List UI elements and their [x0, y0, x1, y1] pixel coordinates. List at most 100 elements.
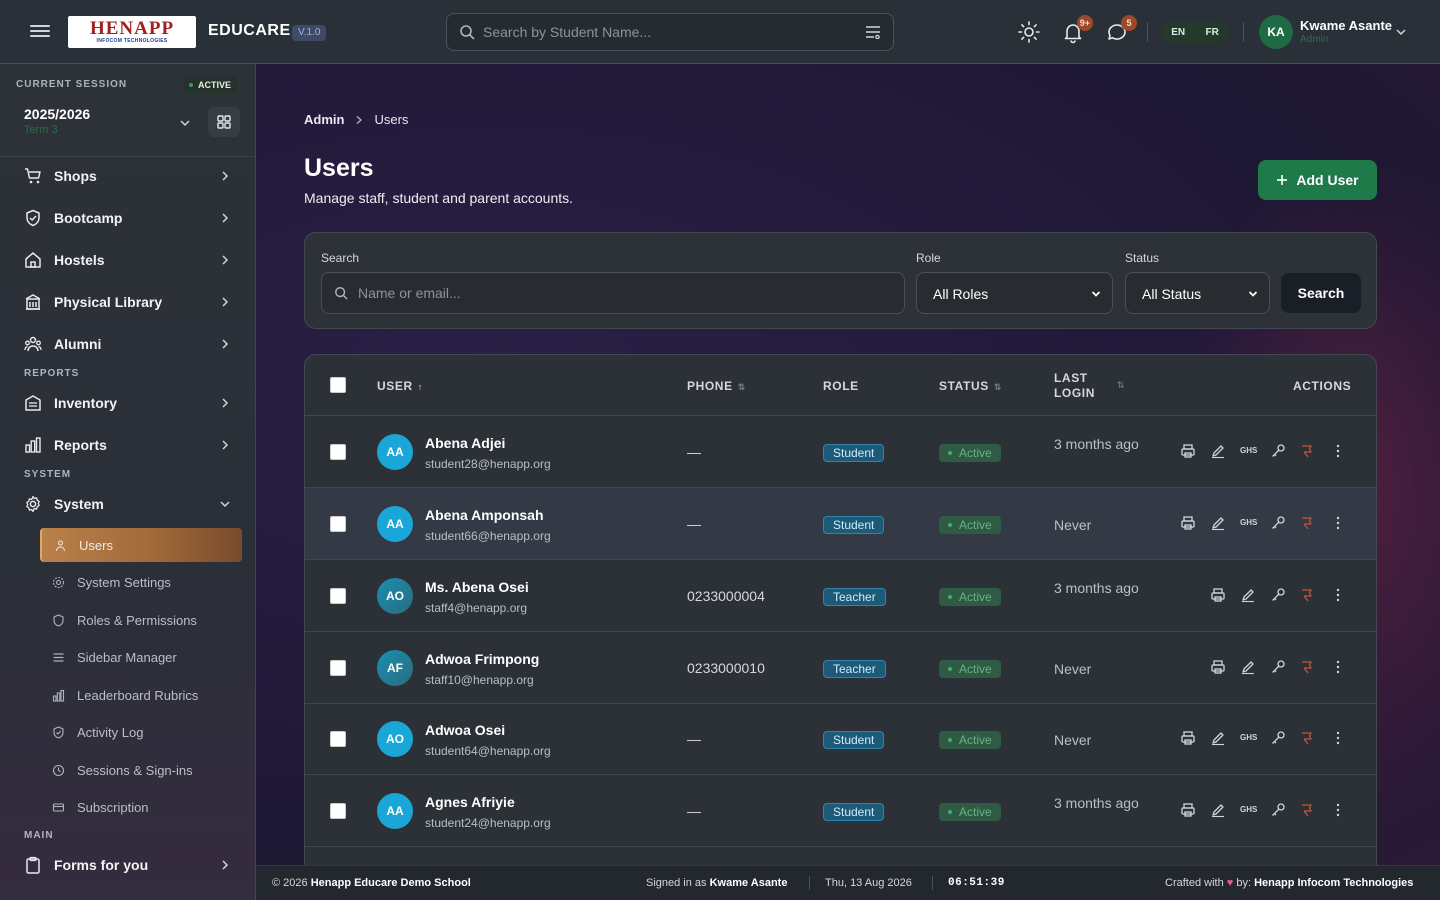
- row-checkbox[interactable]: [330, 588, 346, 604]
- filter-search-input[interactable]: [358, 273, 898, 313]
- sidebar-subitem-system-settings[interactable]: System Settings: [40, 565, 242, 599]
- flag-icon[interactable]: [1300, 587, 1316, 603]
- sidebar-item-inventory[interactable]: Inventory: [0, 384, 256, 422]
- row-checkbox[interactable]: [330, 731, 346, 747]
- search-icon: [460, 25, 475, 40]
- flag-icon[interactable]: [1300, 515, 1316, 531]
- flag-icon[interactable]: [1300, 659, 1316, 675]
- sort-icon[interactable]: ⇅: [1117, 380, 1125, 391]
- search-button[interactable]: Search: [1281, 273, 1361, 313]
- edit-icon[interactable]: [1210, 802, 1226, 818]
- sidebar-subitem-roles-permissions[interactable]: Roles & Permissions: [40, 603, 242, 637]
- ghs-fees-button[interactable]: GHS: [1240, 443, 1257, 459]
- sidebar-subitem-label: Sidebar Manager: [77, 650, 177, 665]
- column-user[interactable]: USER ↑: [377, 379, 423, 393]
- chevron-right-icon: [222, 297, 229, 307]
- chevron-down-icon[interactable]: [178, 116, 192, 130]
- session-year[interactable]: 2025/2026: [24, 106, 90, 122]
- chevron-down-icon[interactable]: [1394, 25, 1408, 39]
- key-icon[interactable]: [1270, 587, 1286, 603]
- sidebar-subitem-leaderboard-rubrics[interactable]: Leaderboard Rubrics: [40, 678, 242, 712]
- sidebar-subitem-sidebar-manager[interactable]: Sidebar Manager: [40, 640, 242, 674]
- sidebar-item-reports[interactable]: Reports: [0, 426, 256, 464]
- sidebar-item-physical-library[interactable]: Physical Library: [0, 283, 256, 321]
- key-icon[interactable]: [1270, 443, 1286, 459]
- add-user-button[interactable]: Add User: [1258, 160, 1377, 200]
- edit-icon[interactable]: [1210, 443, 1226, 459]
- column-last-login-label-1: LAST: [1054, 371, 1088, 385]
- ghs-fees-button[interactable]: GHS: [1240, 515, 1257, 531]
- user-name[interactable]: Adwoa Frimpong: [425, 651, 539, 667]
- sidebar-subitem-subscription[interactable]: Subscription: [40, 790, 242, 824]
- chevron-down-icon: [1091, 291, 1101, 297]
- last-login: Never: [1054, 517, 1092, 533]
- column-status[interactable]: STATUS ⇅: [939, 379, 1002, 393]
- select-all-checkbox[interactable]: [330, 377, 346, 393]
- print-icon[interactable]: [1210, 659, 1226, 675]
- user-name[interactable]: Ms. Abena Osei: [425, 579, 529, 595]
- sidebar-item-bootcamp[interactable]: Bootcamp: [0, 199, 256, 237]
- user-name[interactable]: Kwame Asante: [1300, 18, 1392, 33]
- signed-in-prefix: Signed in as: [646, 877, 707, 889]
- top-bar: HENAPP INFOCOM TECHNOLOGIES EDUCARE V.1.…: [0, 0, 1440, 64]
- sidebar-subitem-activity-log[interactable]: Activity Log: [40, 715, 242, 749]
- key-icon[interactable]: [1270, 515, 1286, 531]
- breadcrumb-admin[interactable]: Admin: [304, 112, 344, 127]
- ghs-fees-button[interactable]: GHS: [1240, 802, 1257, 818]
- logo[interactable]: HENAPP INFOCOM TECHNOLOGIES: [68, 16, 196, 48]
- row-checkbox[interactable]: [330, 803, 346, 819]
- filter-icon[interactable]: [865, 25, 881, 39]
- user-name[interactable]: Abena Amponsah: [425, 507, 544, 523]
- flag-icon[interactable]: [1300, 802, 1316, 818]
- status-select[interactable]: All Status: [1125, 272, 1270, 314]
- user-name[interactable]: Abena Adjei: [425, 435, 505, 451]
- edit-icon[interactable]: [1240, 659, 1256, 675]
- column-phone[interactable]: PHONE ⇅: [687, 379, 746, 393]
- user-avatar[interactable]: KA: [1259, 15, 1293, 49]
- row-checkbox[interactable]: [330, 660, 346, 676]
- sidebar-item-system[interactable]: System: [0, 485, 256, 523]
- print-icon[interactable]: [1180, 443, 1196, 459]
- print-icon[interactable]: [1180, 515, 1196, 531]
- menu-icon[interactable]: [30, 22, 50, 42]
- sidebar-item-hostels[interactable]: Hostels: [0, 241, 256, 279]
- row-checkbox[interactable]: [330, 444, 346, 460]
- user-name[interactable]: Agnes Afriyie: [425, 794, 515, 810]
- lang-en-button[interactable]: EN: [1171, 27, 1185, 38]
- sidebar-item-label: Hostels: [54, 252, 105, 268]
- key-icon[interactable]: [1270, 659, 1286, 675]
- notifications-button[interactable]: 9+: [1061, 15, 1093, 44]
- more-vertical-icon[interactable]: [1330, 802, 1346, 818]
- edit-icon[interactable]: [1210, 730, 1226, 746]
- print-icon[interactable]: [1180, 730, 1196, 746]
- status-select-value: All Status: [1142, 286, 1202, 302]
- lang-fr-button[interactable]: FR: [1205, 27, 1218, 38]
- key-icon[interactable]: [1270, 802, 1286, 818]
- user-name[interactable]: Adwoa Osei: [425, 722, 505, 738]
- role-select[interactable]: All Roles: [916, 272, 1113, 314]
- edit-icon[interactable]: [1210, 515, 1226, 531]
- more-vertical-icon[interactable]: [1330, 730, 1346, 746]
- edit-icon[interactable]: [1240, 587, 1256, 603]
- key-icon[interactable]: [1270, 730, 1286, 746]
- sidebar-subitem-users[interactable]: Users: [40, 528, 242, 562]
- theme-sun-icon[interactable]: [1017, 20, 1041, 44]
- more-vertical-icon[interactable]: [1330, 515, 1346, 531]
- messages-button[interactable]: 5: [1105, 15, 1137, 44]
- sidebar-item-forms[interactable]: Forms for you: [0, 846, 256, 884]
- sidebar-item-alumni[interactable]: Alumni: [0, 325, 256, 363]
- more-vertical-icon[interactable]: [1330, 443, 1346, 459]
- print-icon[interactable]: [1180, 802, 1196, 818]
- sidebar-subitem-sessions-sign-ins[interactable]: Sessions & Sign-ins: [40, 753, 242, 787]
- sidebar-item-shops[interactable]: Shops: [0, 157, 256, 195]
- column-last-login[interactable]: LAST LOGIN: [1054, 371, 1095, 401]
- flag-icon[interactable]: [1300, 443, 1316, 459]
- apps-grid-button[interactable]: [208, 107, 240, 137]
- row-checkbox[interactable]: [330, 516, 346, 532]
- more-vertical-icon[interactable]: [1330, 587, 1346, 603]
- flag-icon[interactable]: [1300, 730, 1316, 746]
- print-icon[interactable]: [1210, 587, 1226, 603]
- ghs-fees-button[interactable]: GHS: [1240, 730, 1257, 746]
- more-vertical-icon[interactable]: [1330, 659, 1346, 675]
- global-search-input[interactable]: [483, 14, 863, 50]
